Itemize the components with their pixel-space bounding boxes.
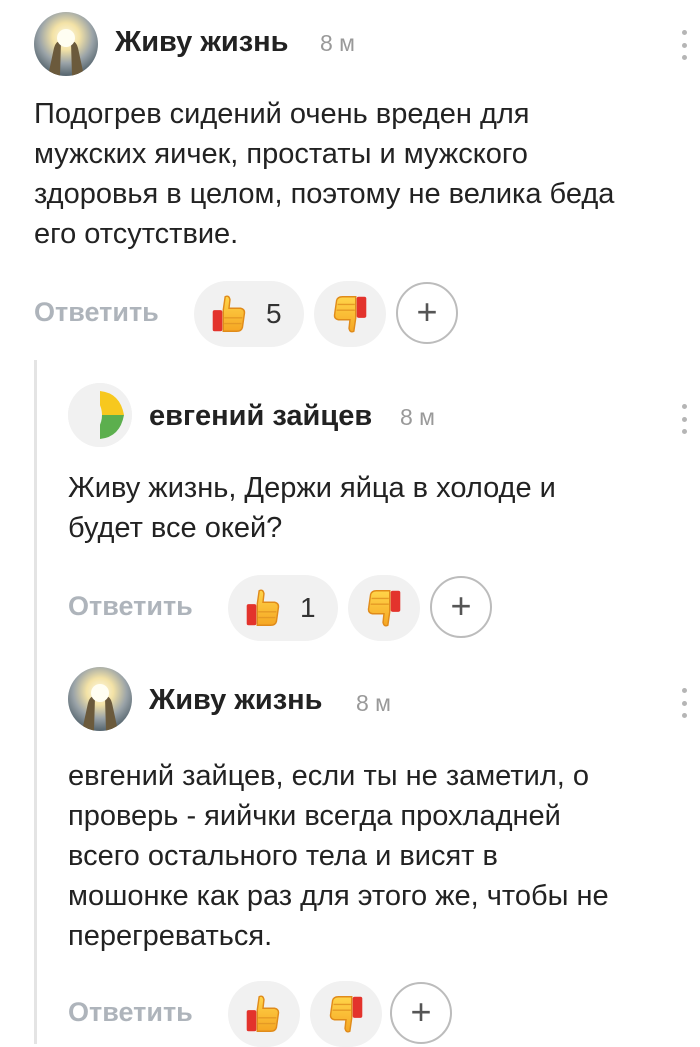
like-count: 5 [266, 298, 282, 329]
like-button[interactable]: 1 [228, 575, 338, 641]
plus-icon: + [410, 990, 432, 1032]
thumbs-up-icon [246, 995, 280, 1032]
add-reaction-button[interactable]: + [430, 576, 492, 638]
comment-text: евгений зайцев, если ты не заметил, о пр… [68, 760, 609, 952]
timestamp: 8 м [400, 404, 435, 430]
comment-header: евгений зайцев 8 м [34, 378, 700, 458]
more-options-icon[interactable] [680, 688, 688, 718]
dislike-button[interactable] [348, 575, 420, 641]
avatar[interactable] [34, 12, 98, 76]
author-name[interactable]: евгений зайцев [149, 400, 372, 433]
like-count: 1 [300, 592, 316, 623]
avatar[interactable] [68, 667, 132, 731]
comment-text: Живу жизнь, Держи яйца в холоде и будет … [68, 472, 556, 544]
thumbs-down-icon [329, 996, 363, 1033]
plus-icon: + [450, 584, 472, 626]
thumbs-down-icon [367, 590, 401, 627]
like-button[interactable]: 5 [194, 281, 304, 347]
thumbs-down-icon [333, 296, 367, 333]
plus-icon: + [416, 290, 438, 332]
timestamp: 8 м [320, 30, 355, 56]
comment-header: Живу жизнь 8 м [0, 0, 700, 80]
comment-header: Живу жизнь 8 м [34, 662, 700, 742]
thumbs-up-icon [246, 589, 280, 626]
add-reaction-button[interactable]: + [390, 982, 452, 1044]
dislike-button[interactable] [314, 281, 386, 347]
thumbs-up-icon [212, 295, 246, 332]
add-reaction-button[interactable]: + [396, 282, 458, 344]
timestamp: 8 м [356, 690, 391, 716]
comment-actions: Ответить 5 + [0, 281, 700, 347]
like-button[interactable] [228, 981, 300, 1047]
avatar[interactable] [68, 383, 132, 447]
more-options-icon[interactable] [680, 30, 688, 60]
comment-actions: Ответить + [34, 981, 700, 1047]
reply-button[interactable]: Ответить [68, 997, 193, 1028]
author-name[interactable]: Живу жизнь [115, 26, 288, 59]
dislike-button[interactable] [310, 981, 382, 1047]
more-options-icon[interactable] [680, 404, 688, 434]
reply-button[interactable]: Ответить [68, 591, 193, 622]
reply-button[interactable]: Ответить [34, 297, 159, 328]
comment-text: Подогрев сидений очень вреден для мужски… [34, 98, 615, 250]
comment-actions: Ответить 1 + [34, 575, 700, 641]
author-name[interactable]: Живу жизнь [149, 684, 322, 717]
